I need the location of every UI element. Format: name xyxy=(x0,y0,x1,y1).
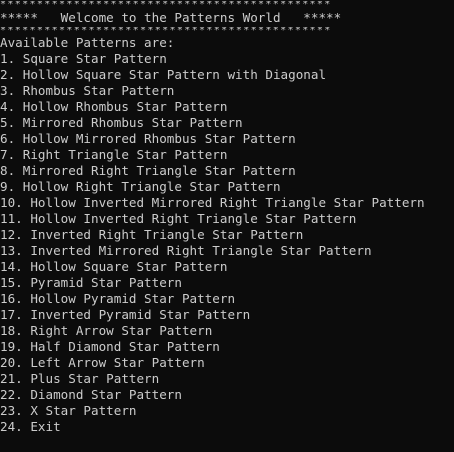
banner-border-bottom: ****************************************… xyxy=(0,27,332,35)
banner-title: ***** Welcome to the Patterns World ****… xyxy=(0,10,342,25)
menu-option: 22. Diamond Star Pattern xyxy=(0,387,182,402)
menu-option: 20. Left Arrow Star Pattern xyxy=(0,355,205,370)
menu-option: 8. Mirrored Right Triangle Star Pattern xyxy=(0,163,296,178)
menu-option: 7. Right Triangle Star Pattern xyxy=(0,147,228,162)
menu-option: 12. Inverted Right Triangle Star Pattern xyxy=(0,227,304,242)
menu-option: 19. Half Diamond Star Pattern xyxy=(0,339,220,354)
menu-option: 3. Rhombus Star Pattern xyxy=(0,83,175,98)
menu-option: 17. Inverted Pyramid Star Pattern xyxy=(0,307,251,322)
menu-option: 11. Hollow Inverted Right Triangle Star … xyxy=(0,211,357,226)
menu-option: 2. Hollow Square Star Pattern with Diago… xyxy=(0,67,327,82)
console-window: ****************************************… xyxy=(0,0,454,452)
menu-option: 23. X Star Pattern xyxy=(0,403,137,418)
menu-option: 10. Hollow Inverted Mirrored Right Trian… xyxy=(0,195,425,210)
menu-option: 21. Plus Star Pattern xyxy=(0,371,160,386)
menu-option: 18. Right Arrow Star Pattern xyxy=(0,323,213,338)
menu-option: 9. Hollow Right Triangle Star Pattern xyxy=(0,179,281,194)
menu-option: 15. Pyramid Star Pattern xyxy=(0,275,182,290)
menu-option: 4. Hollow Rhombus Star Pattern xyxy=(0,99,228,114)
menu-option: 14. Hollow Square Star Pattern xyxy=(0,259,228,274)
menu-option: 13. Inverted Mirrored Right Triangle Sta… xyxy=(0,243,372,258)
menu-option: 1. Square Star Pattern xyxy=(0,51,167,66)
menu-option: 16. Hollow Pyramid Star Pattern xyxy=(0,291,236,306)
menu-option-exit: 24. Exit xyxy=(0,419,61,434)
menu-option: 5. Mirrored Rhombus Star Pattern xyxy=(0,115,243,130)
banner-border-top: ****************************************… xyxy=(0,1,332,9)
menu-option: 6. Hollow Mirrored Rhombus Star Pattern xyxy=(0,131,296,146)
menu-heading: Available Patterns are: xyxy=(0,35,175,50)
